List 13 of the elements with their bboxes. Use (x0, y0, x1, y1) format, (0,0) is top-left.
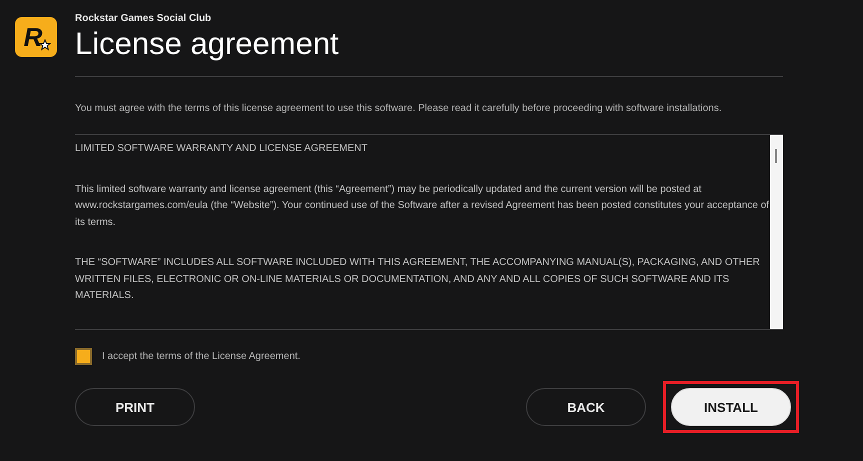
page-title: License agreement (75, 26, 340, 62)
agreement-paragraph: THE “SOFTWARE” INCLUDES ALL SOFTWARE INCLUDED WITH THIS AGREEMENT, THE ACCOMPANYING MANUAL(S), PACKAGING, AND OTHER WRITTEN FILES, ELECTRONIC OR ON-LINE MATERIALS OR DOCUMENTATION, AND ANY AND ALL COPIES OF SUCH SOFTWARE AND ITS MATERIALS. (75, 256, 761, 303)
back-button[interactable]: BACK (526, 388, 646, 426)
install-button[interactable]: INSTALL (671, 388, 791, 426)
agreement-paragraph: This limited software warranty and license agreement (this “Agreement”) may be periodically updated and the current version will be posted at www.rockstargames.com/eula (the “Website”). Your continued use of the Software after a revised Agreement has been posted constitutes your acceptance of its terms. (75, 182, 770, 230)
print-button[interactable]: PRINT (75, 388, 195, 426)
accept-label: I accept the terms of the License Agreement. (102, 351, 300, 362)
app-name: Rockstar Games Social Club (75, 13, 212, 24)
accept-checkbox[interactable] (75, 348, 92, 365)
agreement-paragraph: LIMITED SOFTWARE WARRANTY AND LICENSE AGREEMENT (75, 142, 368, 156)
app-logo: R (15, 17, 57, 57)
scrollbar[interactable] (770, 135, 783, 329)
intro-text: You must agree with the terms of this license agreement to use this software. Please read it carefully before proceeding with software installations. (75, 102, 723, 116)
